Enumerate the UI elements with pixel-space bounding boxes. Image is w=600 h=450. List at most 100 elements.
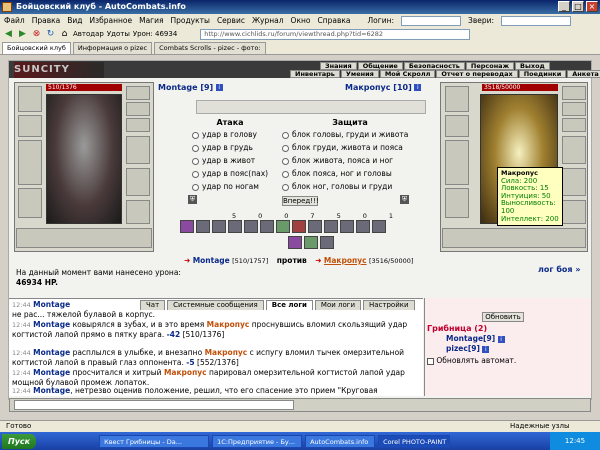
defense-option[interactable]: блок груди, живота и пояса (282, 141, 427, 154)
attack-option[interactable]: удар в голову (192, 128, 282, 141)
skill-icon[interactable] (228, 220, 242, 233)
menu-journal[interactable]: Журнал (252, 16, 284, 25)
necklace-slot[interactable] (18, 115, 42, 137)
ring-slot-1[interactable] (126, 86, 150, 100)
battle-log-link[interactable]: лог боя » (538, 265, 581, 274)
menu-character[interactable]: Персонаж (465, 62, 515, 70)
enemy-field[interactable] (501, 15, 572, 26)
armor-slot[interactable] (18, 188, 42, 218)
menu-service[interactable]: Сервис (217, 16, 245, 25)
tab-all-logs[interactable]: Все логи (265, 300, 313, 310)
home-button[interactable]: ⌂ (59, 29, 70, 40)
menu-knowledge[interactable]: Знания (320, 62, 357, 70)
defense-option[interactable]: блок пояса, ног и головы (282, 167, 427, 180)
shield-slot[interactable] (126, 168, 150, 196)
ring-slot-2[interactable] (126, 102, 150, 116)
enemy-ring-slot-2[interactable] (562, 102, 586, 116)
enemy-weapon-slot[interactable] (445, 140, 469, 185)
tab-info-pizec[interactable]: Информация о pizec (72, 42, 153, 54)
skill-icon[interactable] (356, 220, 370, 233)
boots-slot[interactable] (126, 200, 150, 224)
attack-option[interactable]: удар в пояс(пах) (192, 167, 282, 180)
menu-favorites[interactable]: Избранное (90, 16, 133, 25)
task-button[interactable]: 1С:Предприятие - Бу... (212, 434, 303, 448)
enemy-gloves-slot[interactable] (562, 136, 586, 164)
gloves-slot[interactable] (126, 136, 150, 164)
tab-settings[interactable]: Настройки (363, 300, 415, 310)
skill-icon[interactable] (276, 220, 290, 233)
refresh-button[interactable]: ↻ (45, 29, 56, 40)
enemy-ring-slot-3[interactable] (562, 118, 586, 132)
menu-help[interactable]: Справка (317, 16, 350, 25)
skill-icon[interactable] (372, 220, 386, 233)
chat-input[interactable] (14, 400, 294, 410)
skill-icon[interactable] (308, 220, 322, 233)
player-info-icon[interactable]: i (215, 84, 223, 91)
back-button[interactable]: ◀ (3, 29, 14, 40)
login-field[interactable] (401, 15, 462, 26)
tab-chat[interactable]: Чат (140, 300, 166, 310)
helmet-slot[interactable] (18, 86, 42, 112)
menu-transfers[interactable]: Отчет о переводах (436, 70, 518, 78)
defense-option[interactable]: блок живота, пояса и ног (282, 154, 427, 167)
enemy-armor-slot[interactable] (445, 188, 469, 218)
skill-icon[interactable] (244, 220, 258, 233)
tab-my-logs[interactable]: Мои логи (314, 300, 361, 310)
go-button[interactable]: Вперед!!! (282, 196, 319, 206)
auto-refresh-option[interactable]: Обновлять автомат. (427, 356, 516, 365)
stop-button[interactable]: ⊗ (31, 29, 42, 40)
skill-icon[interactable] (180, 220, 194, 233)
tab-combats-scrolls[interactable]: Combats Scrolls - pizec - фото: (154, 42, 266, 54)
task-button[interactable]: Corel PHOTO-PAINT (378, 434, 451, 448)
defense-option[interactable]: блок ног, головы и груди (282, 180, 427, 193)
forward-button[interactable]: ▶ (17, 29, 28, 40)
skill-icon[interactable] (212, 220, 226, 233)
defense-option[interactable]: блок головы, груди и живота (282, 128, 427, 141)
skill-icon[interactable] (196, 220, 210, 233)
spell-icon[interactable] (320, 236, 334, 249)
skill-icon[interactable] (340, 220, 354, 233)
attack-option[interactable]: удар по ногам (192, 180, 282, 193)
tab-system[interactable]: Системные сообщения (167, 300, 264, 310)
tab-fight-club[interactable]: Бойцовский клуб (2, 42, 71, 54)
enemy-shield-slot[interactable] (562, 168, 586, 196)
enemy-necklace-slot[interactable] (445, 115, 469, 137)
attack-option[interactable]: удар в живот (192, 154, 282, 167)
skill-icon[interactable] (260, 220, 274, 233)
menu-products[interactable]: Продукты (171, 16, 210, 25)
menu-communication[interactable]: Общение (357, 62, 403, 70)
address-bar[interactable]: http://www.cichlids.ru/forum/viewthread.… (200, 28, 471, 40)
enemy-info-icon[interactable]: i (414, 84, 422, 91)
menu-my-scroll[interactable]: Мой Скролл (379, 70, 436, 78)
ring-slot-3[interactable] (126, 118, 150, 132)
task-button[interactable]: Квест Грибницы - Da... (99, 434, 210, 448)
menu-inventory[interactable]: Инвентарь (290, 70, 340, 78)
member-info-icon[interactable]: i (497, 335, 505, 343)
close-button[interactable]: × (586, 1, 598, 12)
maximize-button[interactable]: □ (572, 1, 584, 12)
member-info-icon[interactable]: i (482, 345, 490, 353)
menu-edit[interactable]: Правка (32, 16, 61, 25)
vs-enemy[interactable]: Макропус (324, 256, 367, 265)
menu-magic[interactable]: Магия (139, 16, 163, 25)
menu-exit[interactable]: Выход (515, 62, 550, 70)
spell-icon[interactable] (288, 236, 302, 249)
task-button[interactable]: AutoCombats.info (305, 434, 376, 448)
menu-file[interactable]: Файл (4, 16, 25, 25)
minimize-button[interactable]: _ (558, 1, 570, 12)
start-button[interactable]: Пуск (2, 433, 37, 449)
refresh-room-button[interactable]: Обновить (482, 312, 524, 322)
player-name[interactable]: Montage [9] (158, 83, 213, 92)
menu-view[interactable]: Вид (67, 16, 82, 25)
player-avatar[interactable] (46, 94, 122, 224)
menu-window[interactable]: Окно (291, 16, 311, 25)
spell-icon[interactable] (304, 236, 318, 249)
attacks-button[interactable]: Удоты (107, 29, 130, 40)
menu-fights[interactable]: Поединки (518, 70, 567, 78)
enemy-helmet-slot[interactable] (445, 86, 469, 112)
attack-option[interactable]: удар в грудь (192, 141, 282, 154)
skill-icon[interactable] (292, 220, 306, 233)
enemy-boots-slot[interactable] (562, 200, 586, 224)
menu-security[interactable]: Безопасность (403, 62, 465, 70)
weapon-slot[interactable] (18, 140, 42, 185)
